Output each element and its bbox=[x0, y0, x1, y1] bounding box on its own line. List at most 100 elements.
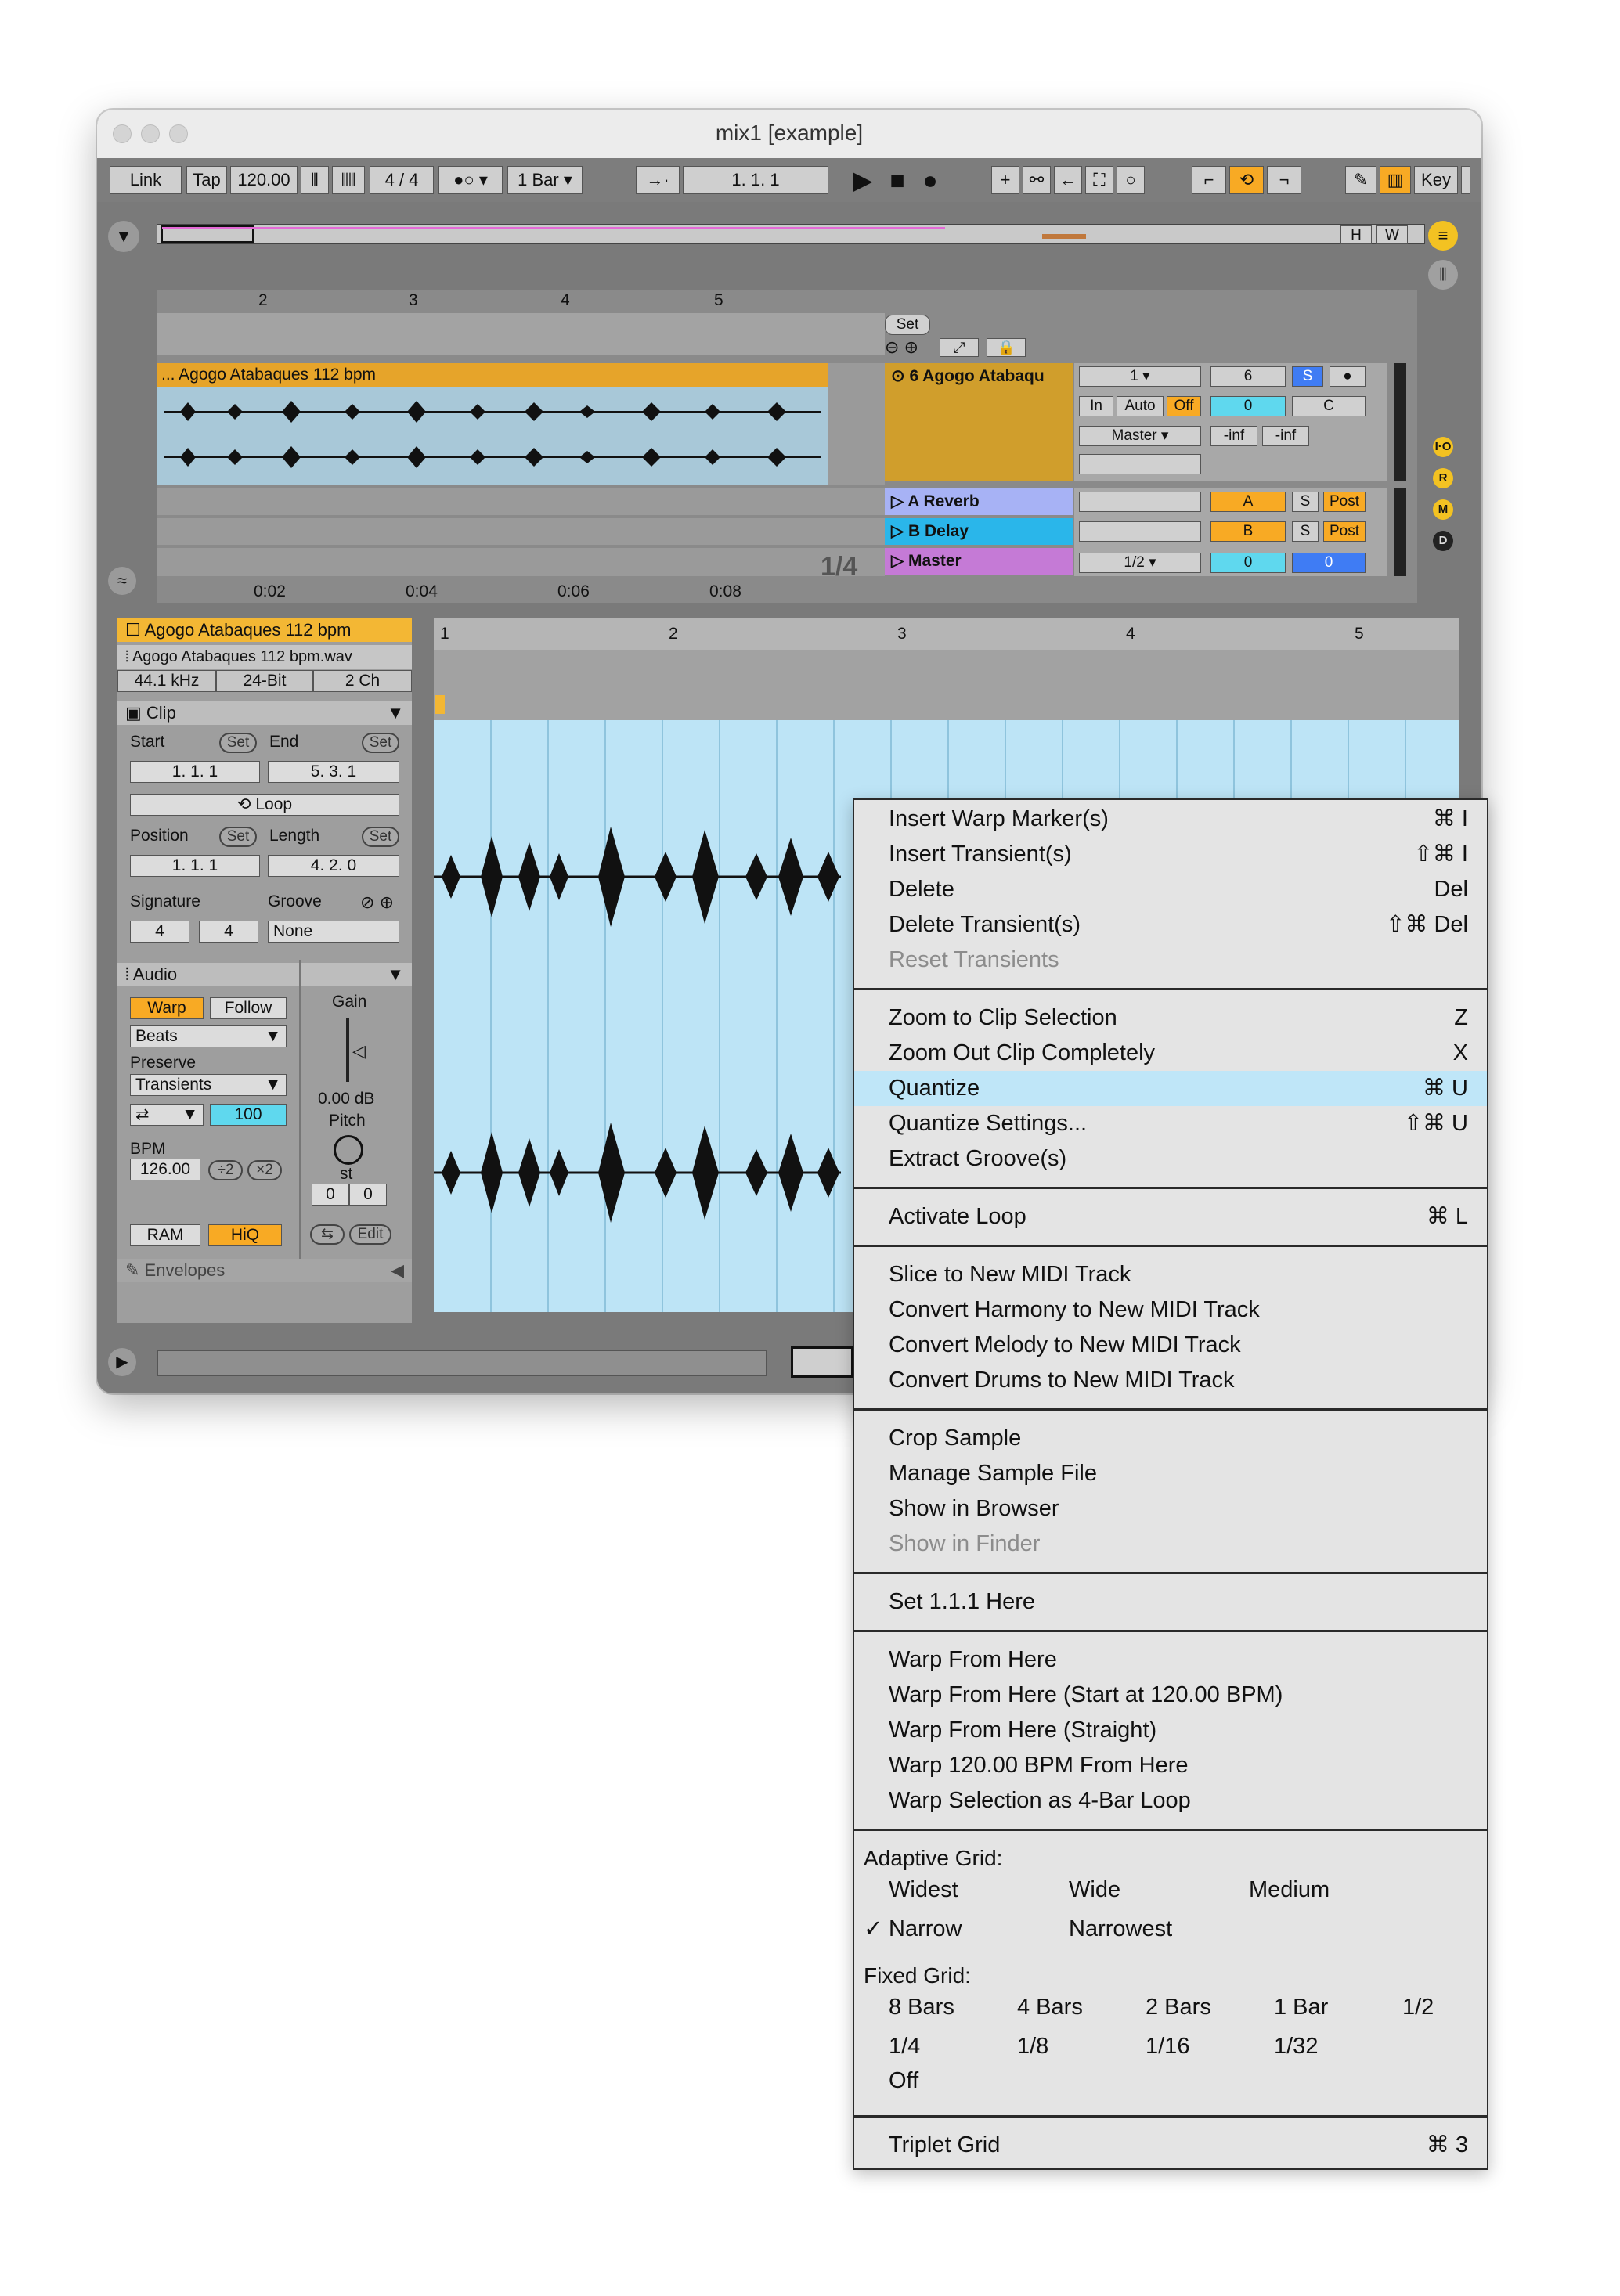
reverb-activator[interactable]: A bbox=[1210, 492, 1286, 512]
menu-warp-120-bpm[interactable]: Warp 120.00 BPM From Here bbox=[854, 1748, 1487, 1783]
menu-show-in-browser[interactable]: Show in Browser bbox=[854, 1491, 1487, 1526]
preserve-select[interactable]: Transients ▼ bbox=[130, 1074, 287, 1096]
gain-slider-handle-icon[interactable]: ◁ bbox=[352, 1041, 366, 1061]
tempo-field[interactable]: 120.00 bbox=[230, 166, 298, 194]
delay-return-lane[interactable] bbox=[157, 518, 885, 545]
menu-activate-loop[interactable]: Activate Loop ⌘ L bbox=[854, 1199, 1487, 1235]
master-pan-field[interactable]: 0 bbox=[1292, 553, 1366, 573]
punch-in-button[interactable]: ⌐ bbox=[1192, 166, 1226, 194]
mixer-toggle[interactable]: M bbox=[1433, 499, 1453, 520]
grid-off[interactable]: Off bbox=[889, 2065, 918, 2096]
grid-narrowest[interactable]: Narrowest bbox=[1069, 1913, 1172, 1945]
track-header-delay[interactable]: ▷ B Delay bbox=[885, 518, 1073, 545]
menu-set-111-here[interactable]: Set 1.1.1 Here bbox=[854, 1584, 1487, 1620]
track-header-master[interactable]: ▷ Master bbox=[885, 548, 1073, 575]
set-locator-button[interactable]: Set bbox=[885, 315, 930, 335]
menu-slice-to-midi[interactable]: Slice to New MIDI Track bbox=[854, 1257, 1487, 1292]
end-set-button[interactable]: Set bbox=[362, 733, 399, 753]
menu-warp-from-here-start[interactable]: Warp From Here (Start at 120.00 BPM) bbox=[854, 1678, 1487, 1713]
menu-quantize[interactable]: Quantize ⌘ U bbox=[854, 1071, 1487, 1106]
grid-2-bars[interactable]: 2 Bars bbox=[1146, 1991, 1211, 2023]
arrangement-overview[interactable] bbox=[157, 224, 1425, 244]
draw-mode-button[interactable]: ✎ bbox=[1345, 166, 1376, 194]
menu-quantize-settings[interactable]: Quantize Settings... ⇧⌘ U bbox=[854, 1106, 1487, 1141]
length-set-button[interactable]: Set bbox=[362, 827, 399, 847]
cue-out-select[interactable]: 1/2 ▾ bbox=[1079, 553, 1201, 573]
collapse-browser-button[interactable]: ▼ bbox=[108, 221, 139, 252]
nudge-up-button[interactable]: ⫴⫴ bbox=[332, 166, 365, 194]
end-field[interactable]: 5. 3. 1 bbox=[268, 761, 399, 783]
start-field[interactable]: 1. 1. 1 bbox=[130, 761, 260, 783]
song-position-field[interactable]: 1. 1. 1 bbox=[683, 166, 828, 194]
grid-1-2[interactable]: 1/2 bbox=[1402, 1991, 1434, 2023]
signature-denominator[interactable]: 4 bbox=[199, 921, 258, 943]
delay-toggle[interactable]: D bbox=[1433, 531, 1453, 551]
lock-button[interactable]: 🔒 bbox=[987, 338, 1026, 357]
envelopes-section-header[interactable]: ✎ Envelopes ◀ bbox=[117, 1259, 412, 1282]
clip-section-header[interactable]: ▣ Clip ▼ bbox=[117, 701, 412, 725]
quantization-select[interactable]: 1 Bar ▾ bbox=[507, 166, 583, 194]
warp-mode-select[interactable]: Beats ▼ bbox=[130, 1025, 287, 1047]
preview-button[interactable]: ▶ bbox=[108, 1348, 136, 1376]
menu-warp-from-here[interactable]: Warp From Here bbox=[854, 1642, 1487, 1678]
delay-post-button[interactable]: Post bbox=[1323, 521, 1366, 542]
output-routing-select[interactable]: Master ▾ bbox=[1079, 426, 1201, 446]
edit-sample-button[interactable]: Edit bbox=[349, 1224, 391, 1245]
grid-wide[interactable]: Wide bbox=[1069, 1874, 1120, 1905]
menu-convert-drums[interactable]: Convert Drums to New MIDI Track bbox=[854, 1363, 1487, 1398]
grid-1-bar[interactable]: 1 Bar bbox=[1274, 1991, 1328, 2023]
overdub-button[interactable]: + bbox=[991, 166, 1019, 194]
overview-w-button[interactable]: W bbox=[1376, 225, 1408, 244]
monitor-in-button[interactable]: In bbox=[1079, 396, 1113, 416]
beat-time-ruler[interactable]: 2 3 4 5 bbox=[157, 290, 979, 355]
grid-8-bars[interactable]: 8 Bars bbox=[889, 1991, 954, 2023]
metronome-button[interactable]: ●○ ▾ bbox=[438, 166, 503, 194]
warp-button[interactable]: Warp bbox=[130, 997, 204, 1019]
editor-ruler[interactable]: 1 2 3 4 5 bbox=[434, 618, 1459, 650]
ram-button[interactable]: RAM bbox=[130, 1224, 200, 1246]
menu-zoom-out-clip[interactable]: Zoom Out Clip Completely X bbox=[854, 1036, 1487, 1071]
fold-button[interactable]: ⤢ bbox=[940, 338, 979, 357]
grid-1-8[interactable]: 1/8 bbox=[1017, 2031, 1048, 2062]
reverb-return-lane[interactable] bbox=[157, 488, 885, 515]
master-lane[interactable] bbox=[157, 548, 885, 576]
menu-warp-selection-loop[interactable]: Warp Selection as 4-Bar Loop bbox=[854, 1783, 1487, 1818]
reenable-automation-button[interactable]: ← bbox=[1054, 166, 1082, 194]
warp-marker-strip[interactable] bbox=[434, 650, 1459, 720]
session-view-toggle[interactable]: ≡ bbox=[1428, 221, 1458, 251]
returns-toggle[interactable]: R bbox=[1433, 468, 1453, 488]
menu-zoom-to-clip-selection[interactable]: Zoom to Clip Selection Z bbox=[854, 1000, 1487, 1036]
grid-4-bars[interactable]: 4 Bars bbox=[1017, 1991, 1083, 2023]
delay-solo-button[interactable]: S bbox=[1292, 521, 1319, 542]
time-ruler[interactable]: 0:02 0:04 0:06 0:08 bbox=[157, 579, 885, 603]
loop-button[interactable]: ⟲ Loop bbox=[130, 794, 399, 816]
groove-pool-button[interactable]: ≈ bbox=[108, 567, 136, 595]
session-record-button[interactable]: ○ bbox=[1117, 166, 1145, 194]
pitch-knob[interactable] bbox=[334, 1135, 363, 1165]
signature-numerator[interactable]: 4 bbox=[130, 921, 189, 943]
menu-manage-sample-file[interactable]: Manage Sample File bbox=[854, 1456, 1487, 1491]
clip-title-bar[interactable]: ☐ Agogo Atabaques 112 bpm bbox=[117, 618, 412, 642]
grid-1-16[interactable]: 1/16 bbox=[1146, 2031, 1189, 2062]
menu-convert-harmony[interactable]: Convert Harmony to New MIDI Track bbox=[854, 1292, 1487, 1328]
menu-extract-groove[interactable]: Extract Groove(s) bbox=[854, 1141, 1487, 1177]
delay-routing[interactable] bbox=[1079, 521, 1201, 542]
master-volume-field[interactable]: 0 bbox=[1210, 553, 1286, 573]
menu-crop-sample[interactable]: Crop Sample bbox=[854, 1421, 1487, 1456]
link-button[interactable]: Link bbox=[110, 166, 182, 194]
reverb-routing[interactable] bbox=[1079, 492, 1201, 512]
reverb-solo-button[interactable]: S bbox=[1292, 492, 1319, 512]
key-map-button[interactable]: Key bbox=[1414, 166, 1458, 194]
audio-section-header[interactable]: ⦙ Audio ▼ bbox=[117, 963, 412, 986]
groove-buttons[interactable]: ⊘ ⊕ bbox=[360, 892, 394, 913]
follow-button[interactable]: →· bbox=[636, 166, 680, 194]
start-set-button[interactable]: Set bbox=[219, 733, 257, 753]
track-header-reverb[interactable]: ▷ A Reverb bbox=[885, 488, 1073, 515]
play-button[interactable]: ▶ bbox=[847, 164, 879, 196]
grid-widest[interactable]: Widest bbox=[889, 1874, 958, 1905]
solo-button[interactable]: S bbox=[1292, 366, 1323, 387]
menu-insert-transients[interactable]: Insert Transient(s) ⇧⌘ I bbox=[854, 837, 1487, 872]
time-signature-field[interactable]: 4 / 4 bbox=[370, 166, 434, 194]
reverb-post-button[interactable]: Post bbox=[1323, 492, 1366, 512]
position-field[interactable]: 1. 1. 1 bbox=[130, 855, 260, 877]
